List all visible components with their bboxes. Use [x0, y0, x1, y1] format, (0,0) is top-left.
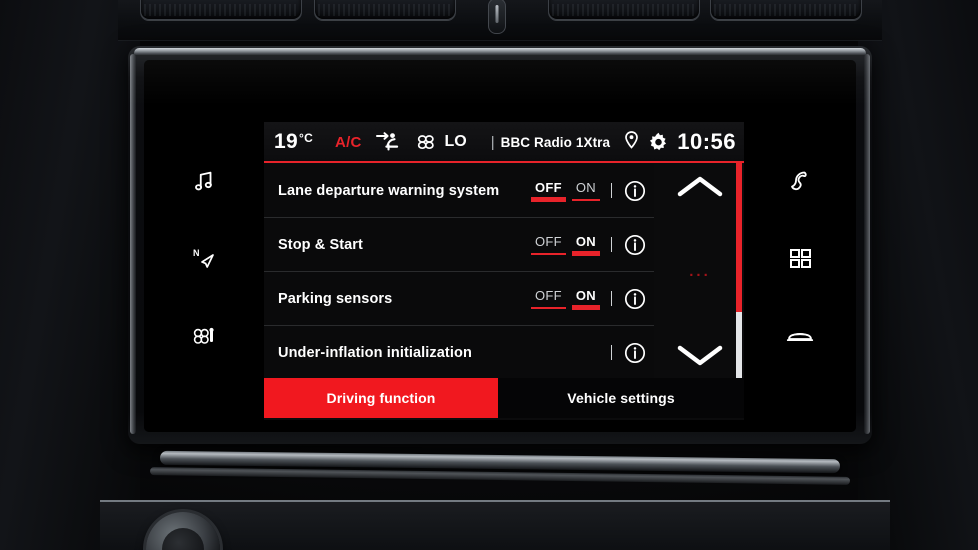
toggle-off-option[interactable]: OFF: [530, 234, 566, 256]
toggle-on-option[interactable]: ON: [571, 288, 601, 310]
vehicle-button[interactable]: [776, 318, 824, 360]
infotainment-screenshot: N 19°C A/C LO | BBC Radio 1Xtra 10:56 La…: [0, 0, 978, 550]
chrome-trim-right: [864, 54, 870, 434]
more-options-dots[interactable]: ...: [689, 263, 711, 280]
status-bar-accent-line: [264, 161, 744, 163]
tab-driving-function[interactable]: Driving function: [264, 378, 498, 418]
scrollbar-remainder[interactable]: [736, 312, 742, 378]
row-controls: OFF ON: [530, 234, 646, 256]
car-icon: [785, 326, 815, 353]
svg-text:N: N: [193, 248, 200, 258]
status-separator: |: [490, 133, 495, 151]
climate-fan-icon: [190, 325, 218, 354]
air-vent: [314, 0, 456, 20]
temperature-display[interactable]: 19°C: [274, 130, 313, 154]
status-bar-right: 10:56: [623, 129, 736, 155]
setting-label: Lane departure warning system: [278, 182, 500, 199]
toggle-off-option[interactable]: OFF: [530, 180, 566, 202]
fan-icon[interactable]: [415, 132, 437, 152]
dashboard-right-panel: [858, 0, 978, 550]
chrome-trim-left: [130, 54, 136, 434]
toggle-on-option[interactable]: ON: [571, 180, 601, 202]
chrome-trim-top: [134, 48, 866, 55]
table-row[interactable]: Stop & Start OFF ON: [264, 218, 654, 272]
hazard-light-button[interactable]: [488, 0, 506, 34]
dashboard-left-panel: [0, 0, 140, 550]
info-icon[interactable]: [624, 180, 646, 202]
row-controls: OFF ON: [530, 288, 646, 310]
climate-button[interactable]: [180, 318, 228, 360]
chevron-down-icon[interactable]: [674, 340, 726, 370]
left-button-column: N: [144, 122, 264, 420]
temperature-value: 19: [274, 130, 298, 153]
clock-display: 10:56: [677, 129, 736, 154]
navigation-arrow-icon: N: [189, 245, 219, 278]
navigation-button[interactable]: N: [180, 240, 228, 282]
scroll-column: ...: [656, 162, 744, 378]
control-divider: [611, 291, 612, 306]
media-button[interactable]: [180, 162, 228, 204]
apps-grid-icon: [787, 246, 813, 277]
table-row[interactable]: Parking sensors OFF ON: [264, 272, 654, 326]
phone-button[interactable]: [776, 162, 824, 204]
toggle-on-option[interactable]: ON: [571, 234, 601, 256]
fan-speed-label: LO: [444, 133, 467, 150]
tab-vehicle-settings[interactable]: Vehicle settings: [498, 378, 744, 418]
location-pin-icon[interactable]: [623, 130, 640, 155]
control-divider: [611, 237, 612, 252]
air-vent-assembly: [118, 0, 882, 41]
air-vent: [710, 0, 862, 20]
music-note-icon: [191, 168, 217, 199]
apps-button[interactable]: [776, 240, 824, 282]
info-icon[interactable]: [624, 342, 646, 364]
scrollbar-thumb[interactable]: [736, 162, 742, 312]
media-source-label[interactable]: BBC Radio 1Xtra: [501, 135, 611, 150]
settings-list: Lane departure warning system OFF ON Sto…: [264, 164, 654, 379]
phone-icon: [787, 168, 813, 199]
row-controls: OFF ON: [530, 180, 646, 202]
toggle-off-option[interactable]: OFF: [530, 288, 566, 310]
status-bar: 19°C A/C LO | BBC Radio 1Xtra 10:56: [264, 122, 744, 162]
air-vent: [140, 0, 302, 20]
control-divider: [611, 345, 612, 360]
toggle-group: OFF ON: [530, 180, 601, 202]
toggle-group: OFF ON: [530, 234, 601, 256]
air-vent: [548, 0, 700, 20]
display-panel: 19°C A/C LO | BBC Radio 1Xtra 10:56 Lane…: [264, 122, 744, 420]
screen-housing: N 19°C A/C LO | BBC Radio 1Xtra 10:56 La…: [128, 46, 872, 444]
toggle-group: OFF ON: [530, 288, 601, 310]
gear-icon[interactable]: [648, 132, 669, 153]
temperature-unit: °C: [298, 131, 314, 145]
table-row[interactable]: Lane departure warning system OFF ON: [264, 164, 654, 218]
table-row[interactable]: Under-inflation initialization: [264, 326, 654, 379]
ac-status-label[interactable]: A/C: [335, 134, 361, 151]
tab-bar: Driving function Vehicle settings: [264, 378, 744, 418]
row-controls: [611, 342, 646, 364]
chevron-up-icon[interactable]: [674, 172, 726, 202]
setting-label: Parking sensors: [278, 290, 393, 307]
screen-bezel: N 19°C A/C LO | BBC Radio 1Xtra 10:56 La…: [144, 60, 856, 432]
right-button-column: [744, 122, 856, 420]
setting-label: Stop & Start: [278, 236, 363, 253]
info-icon[interactable]: [624, 234, 646, 256]
seat-airflow-icon[interactable]: [375, 131, 401, 153]
control-divider: [611, 183, 612, 198]
setting-label: Under-inflation initialization: [278, 344, 472, 361]
info-icon[interactable]: [624, 288, 646, 310]
